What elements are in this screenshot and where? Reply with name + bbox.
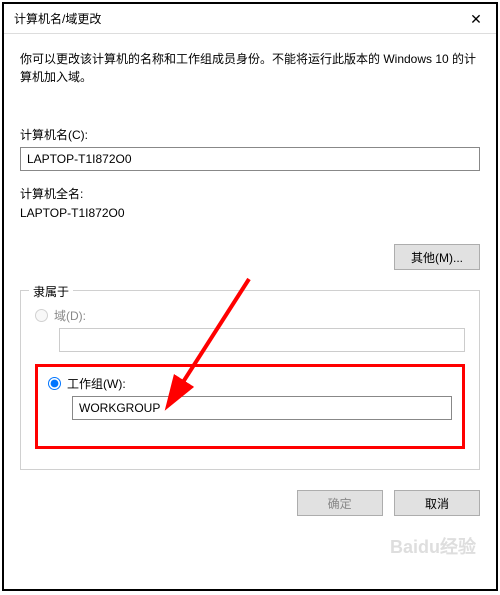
membership-legend: 隶属于 bbox=[29, 283, 73, 300]
dialog-description: 你可以更改该计算机的名称和工作组成员身份。不能将运行此版本的 Windows 1… bbox=[20, 50, 480, 86]
computer-name-label: 计算机名(C): bbox=[20, 126, 480, 143]
workgroup-input[interactable] bbox=[72, 396, 452, 420]
watermark: Baidu经验 bbox=[390, 533, 476, 559]
domain-label: 域(D): bbox=[54, 307, 86, 324]
membership-fieldset: 隶属于 域(D): 工作组(W): bbox=[20, 290, 480, 470]
domain-radio bbox=[35, 309, 48, 322]
other-button[interactable]: 其他(M)... bbox=[394, 244, 480, 270]
fullname-label: 计算机全名: bbox=[20, 185, 480, 202]
annotation-highlight: 工作组(W): bbox=[35, 364, 465, 449]
close-button[interactable]: ✕ bbox=[456, 4, 496, 34]
cancel-button[interactable]: 取消 bbox=[394, 490, 480, 516]
workgroup-radio[interactable] bbox=[48, 377, 61, 390]
workgroup-label: 工作组(W): bbox=[67, 375, 126, 392]
titlebar[interactable]: 计算机名/域更改 ✕ bbox=[4, 4, 496, 34]
domain-input bbox=[59, 328, 465, 352]
domain-radio-row: 域(D): bbox=[35, 307, 465, 324]
ok-button: 确定 bbox=[297, 490, 383, 516]
workgroup-radio-row[interactable]: 工作组(W): bbox=[48, 375, 452, 392]
fullname-value: LAPTOP-T1I872O0 bbox=[20, 206, 480, 220]
window-title: 计算机名/域更改 bbox=[14, 10, 101, 27]
computer-name-input[interactable] bbox=[20, 147, 480, 171]
close-icon: ✕ bbox=[470, 11, 482, 28]
